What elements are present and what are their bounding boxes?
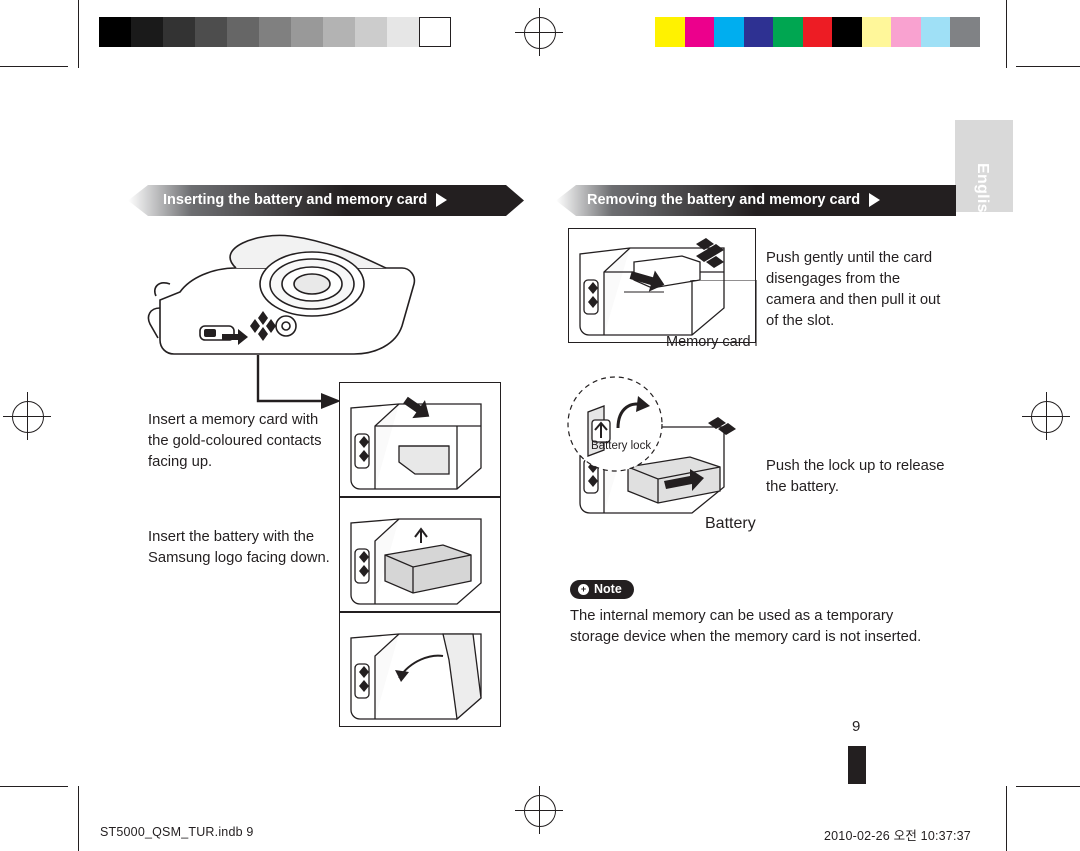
color-swatch	[773, 17, 803, 47]
right-section-header-text: Removing the battery and memory card	[587, 192, 861, 208]
color-swatch	[743, 17, 773, 47]
flow-arrow-icon	[256, 355, 341, 409]
reg-left-v	[27, 392, 28, 440]
color-swatch	[131, 17, 163, 47]
color-swatch	[714, 17, 744, 47]
left-step2-text: Insert the battery with the Samsung logo…	[148, 529, 330, 566]
color-swatch	[227, 17, 259, 47]
crop-mark-bottom-right-h	[1016, 786, 1080, 787]
color-swatch	[684, 17, 714, 47]
color-swatch	[99, 17, 131, 47]
note-badge: + Note	[570, 580, 634, 599]
note-icon: +	[578, 583, 589, 595]
registration-mark-top	[524, 17, 556, 49]
language-tab-label: English	[974, 163, 991, 223]
right-arrow-icon	[436, 193, 448, 207]
color-swatch	[891, 17, 921, 47]
crop-mark-bottom-left-v	[78, 786, 79, 851]
reg-bottom-v	[539, 786, 540, 834]
left-step1-text: Insert a memory card with the gold-colou…	[148, 412, 322, 470]
note-text: The internal memory can be used as a tem…	[570, 608, 922, 645]
right-step1-text: Push gently until the card disengages fr…	[766, 250, 941, 329]
color-swatch	[950, 17, 980, 47]
color-swatch	[832, 17, 862, 47]
right-section-header: Removing the battery and memory card	[587, 185, 881, 215]
right-arrow-icon-2	[869, 193, 881, 207]
crop-mark-top-right-v	[1006, 0, 1007, 68]
battery-caption: Battery	[705, 515, 756, 532]
crop-mark-bottom-left-h	[0, 786, 68, 787]
color-swatch	[355, 17, 387, 47]
right-step2-text: Push the lock up to release the battery.	[766, 458, 945, 495]
crop-mark-top-left-h	[0, 66, 68, 67]
crop-mark-bottom-right-v	[1006, 786, 1007, 851]
reg-top-v	[539, 8, 540, 56]
battery-insert-illustration	[339, 497, 501, 612]
manual-page: English Inserting the battery and memory…	[0, 0, 1080, 851]
color-swatch	[195, 17, 227, 47]
color-swatch	[387, 17, 419, 47]
left-section-header-text: Inserting the battery and memory card	[163, 192, 428, 208]
color-swatch	[323, 17, 355, 47]
close-cover-illustration	[339, 612, 501, 727]
color-swatch	[163, 17, 195, 47]
crop-mark-top-right-h	[1016, 66, 1080, 67]
crop-mark-top-left-v	[78, 0, 79, 68]
page-number: 9	[852, 718, 861, 735]
grayscale-colorbar	[99, 17, 451, 47]
registration-mark-bottom	[524, 795, 556, 827]
memory-card-insert-illustration	[339, 382, 501, 497]
registration-mark-left	[12, 401, 44, 433]
color-swatch	[259, 17, 291, 47]
color-swatch	[291, 17, 323, 47]
memory-card-caption: Memory card	[666, 334, 751, 350]
footer-filename: ST5000_QSM_TUR.indb 9	[100, 825, 254, 839]
color-swatch	[655, 17, 685, 47]
reg-right-v	[1046, 392, 1047, 440]
footer-timestamp: 2010-02-26 오전 10:37:37	[824, 829, 971, 843]
color-swatch	[920, 17, 950, 47]
note-badge-label: Note	[594, 582, 622, 596]
color-swatch	[861, 17, 891, 47]
left-section-header: Inserting the battery and memory card	[163, 185, 448, 215]
registration-mark-right	[1031, 401, 1063, 433]
color-swatch	[802, 17, 832, 47]
color-swatch	[419, 17, 451, 47]
page-edge-marker	[848, 746, 866, 784]
battery-lock-caption: Battery lock	[591, 440, 652, 452]
battery-lock-callout	[567, 376, 663, 472]
color-colorbar	[655, 17, 980, 47]
